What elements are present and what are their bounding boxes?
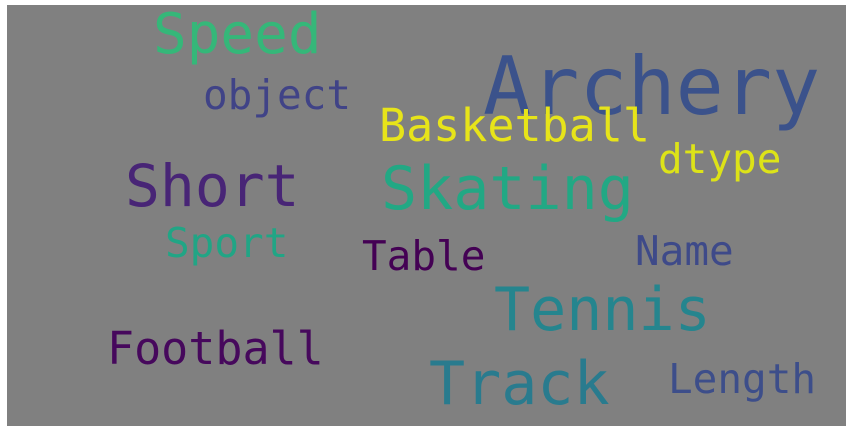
word-dtype: dtype [658, 135, 782, 183]
word-football: Football [107, 322, 324, 375]
word-short: Short [125, 152, 300, 220]
word-basketball: Basketball [379, 99, 650, 152]
word-length: Length [668, 355, 817, 403]
word-tennis: Tennis [494, 275, 711, 345]
word-track: Track [429, 349, 610, 419]
word-sport: Sport [165, 219, 289, 267]
word-skating: Skating [381, 154, 634, 224]
word-name: Name [635, 227, 734, 275]
word-table: Table [362, 232, 486, 280]
word-speed: Speed [153, 5, 322, 67]
word-cloud-canvas: Archery Speed object Basketball dtype Sh… [7, 5, 846, 426]
word-object: object [203, 71, 352, 119]
